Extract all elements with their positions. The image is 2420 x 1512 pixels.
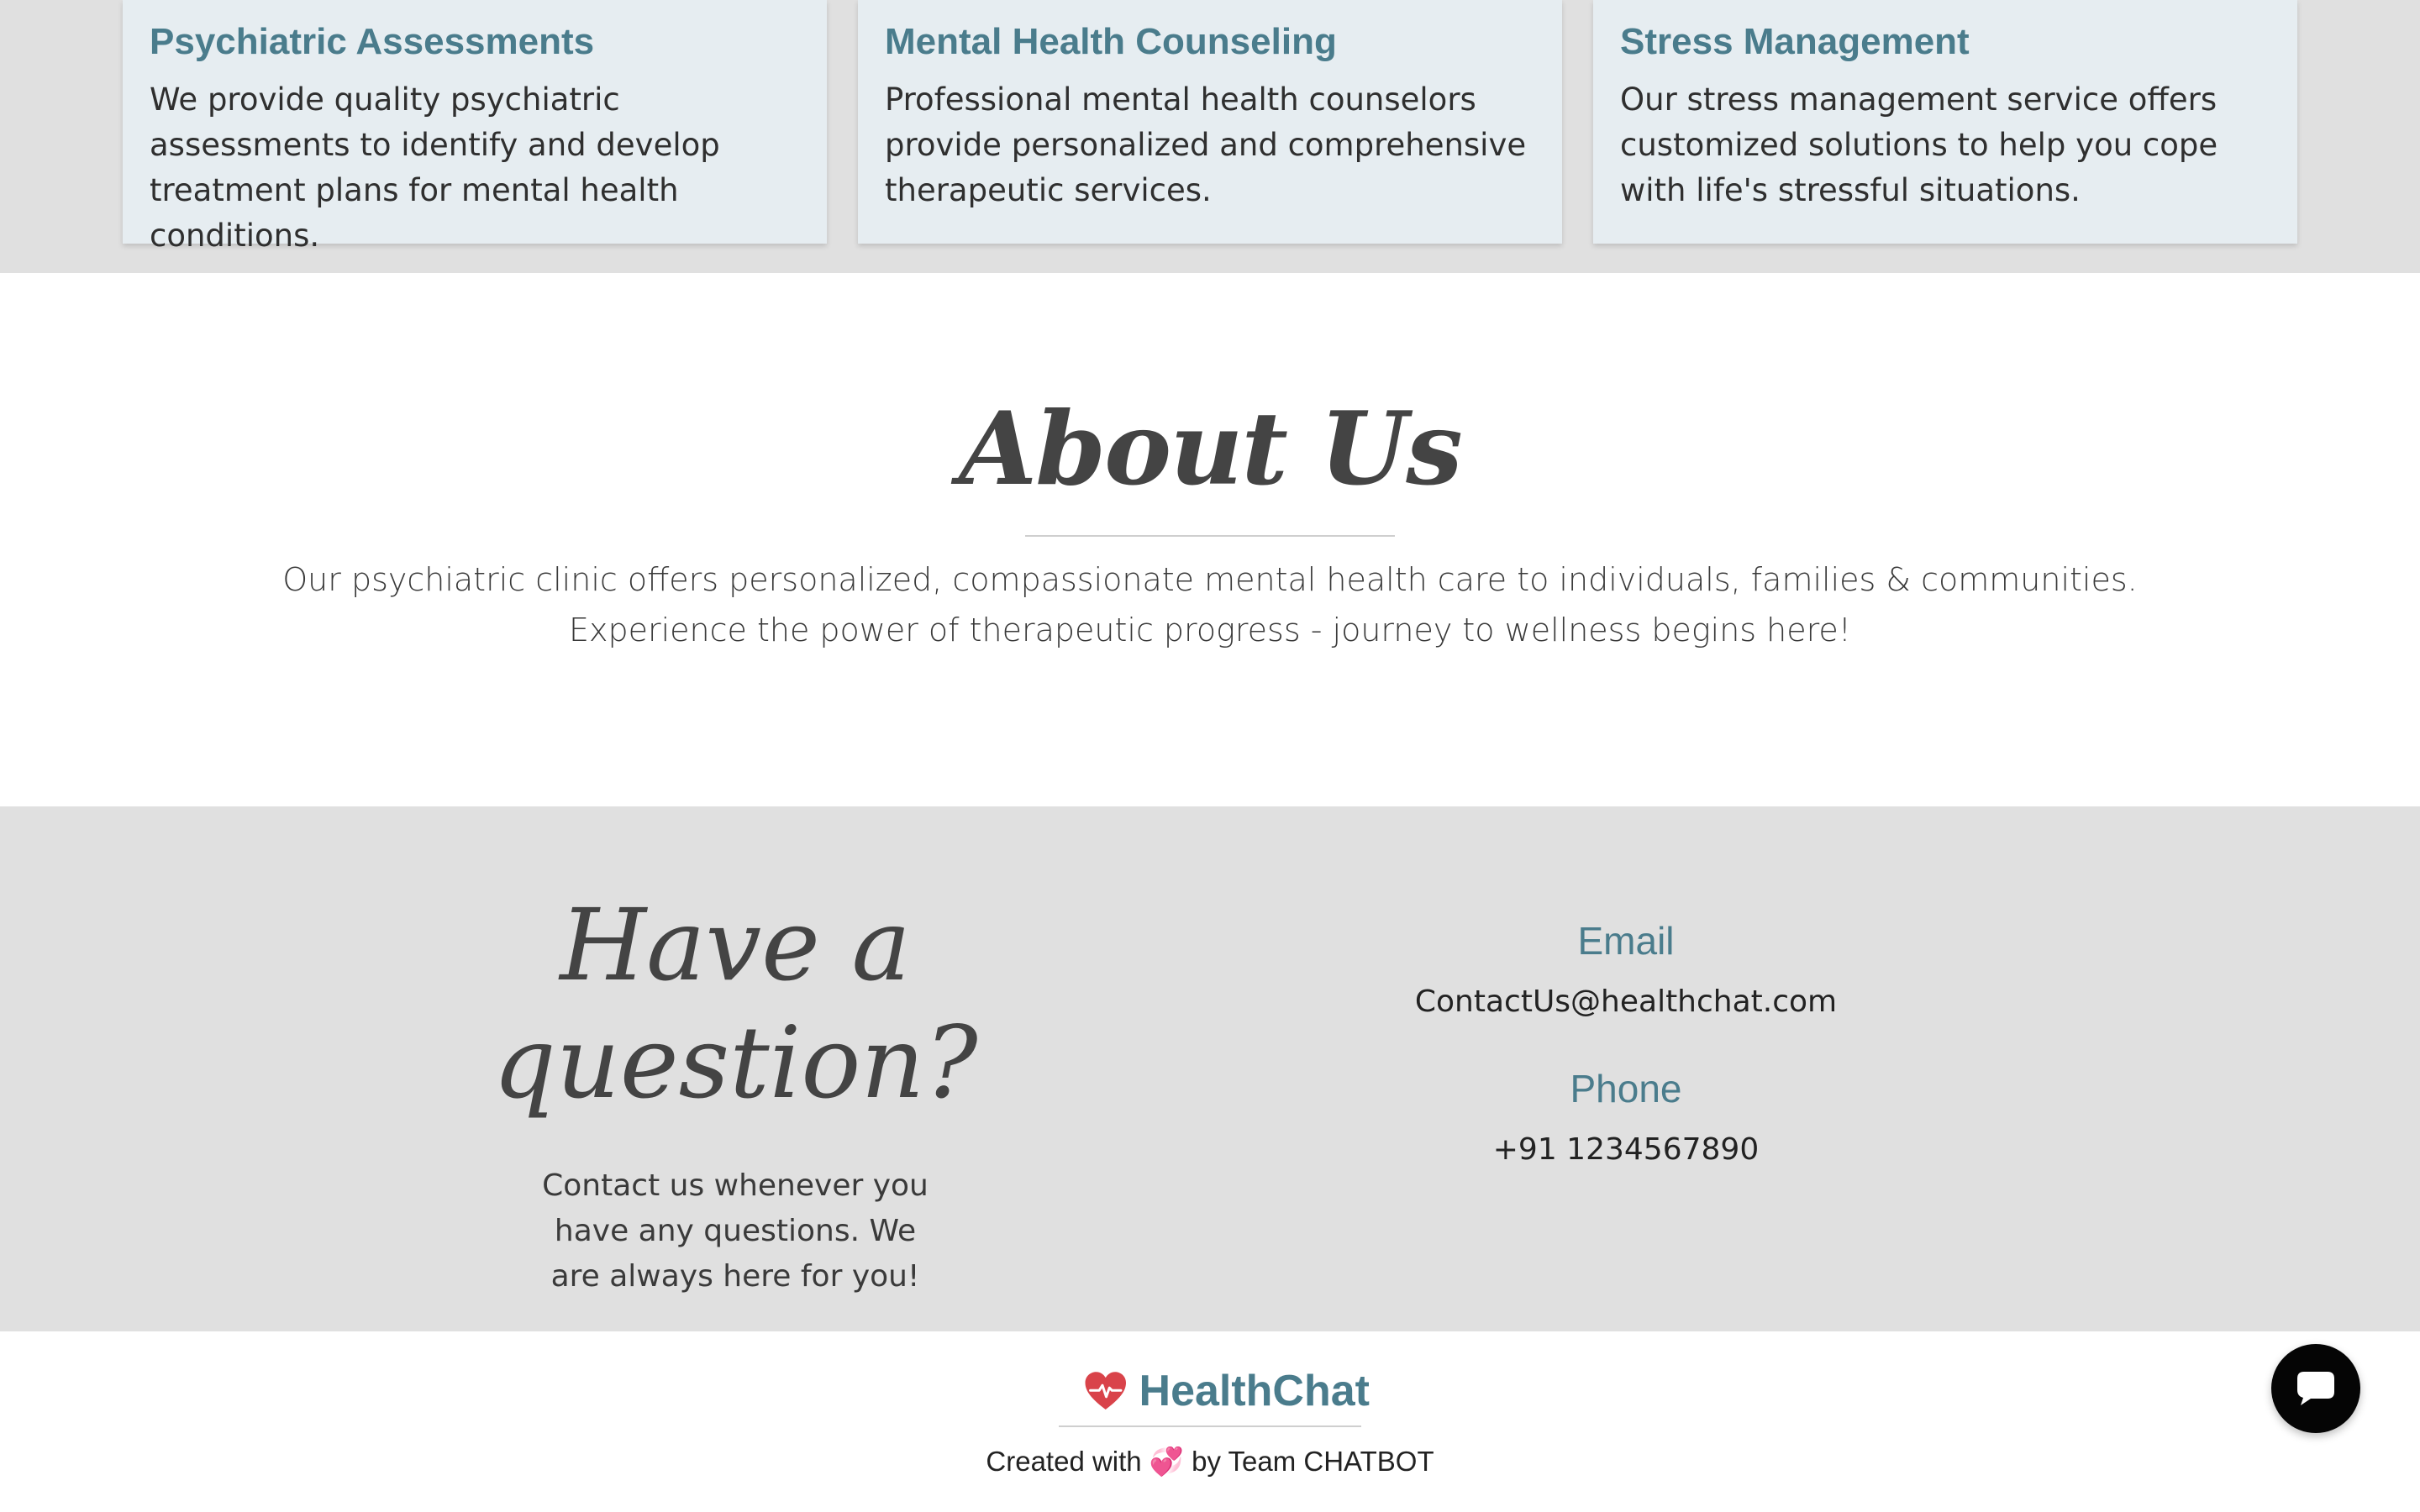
about-text: Our psychiatric clinic offers personaliz…: [252, 554, 2168, 655]
service-card-text: We provide quality psychiatric assessmen…: [150, 81, 720, 254]
footer-credit: Created with 💞 by Team CHATBOT: [0, 1445, 2420, 1478]
credit-prefix: Created with: [986, 1446, 1142, 1477]
about-line-2: Experience the power of therapeutic prog…: [568, 612, 1852, 648]
question-heading: Have a question?: [492, 887, 978, 1121]
footer-brand-link[interactable]: HealthChat: [1084, 1362, 1370, 1420]
chat-button[interactable]: [2271, 1344, 2360, 1433]
about-title: About Us: [959, 390, 1463, 508]
footer-brand-name: HealthChat: [1139, 1367, 1370, 1415]
chat-bubble-icon: [2297, 1372, 2334, 1405]
service-card-title: Mental Health Counseling: [885, 21, 1337, 62]
service-card-title: Stress Management: [1620, 21, 1970, 62]
question-text: Contact us whenever you have any questio…: [542, 1168, 929, 1294]
phone-link[interactable]: +91 1234567890: [1344, 1129, 1907, 1171]
credit-suffix: by Team CHATBOT: [1192, 1446, 1434, 1477]
about-section: About Us Our psychiatric clinic offers p…: [0, 273, 2420, 806]
contact-section: Have a question? Contact us whenever you…: [0, 806, 2420, 1331]
phone-label: Phone: [1570, 1067, 1682, 1110]
service-card-title: Psychiatric Assessments: [150, 21, 595, 62]
hearts-icon: 💞: [1149, 1446, 1184, 1477]
service-card-psychiatric-assessments: Psychiatric Assessments We provide quali…: [123, 0, 827, 254]
service-card-text: Our stress management service offers cus…: [1620, 81, 2218, 208]
services-section: Psychiatric Assessments We provide quali…: [0, 0, 2420, 273]
question-block: Have a question? Contact us whenever you…: [487, 886, 983, 1299]
service-card-text: Professional mental health counselors pr…: [885, 81, 1527, 208]
contact-info: Email ContactUs@healthchat.com Phone +91…: [1344, 916, 1907, 1171]
email-label: Email: [1577, 919, 1675, 963]
about-line-1: Our psychiatric clinic offers personaliz…: [282, 561, 2138, 598]
service-card-mental-health-counseling: Mental Health Counseling Professional me…: [858, 0, 1562, 244]
about-divider: [1025, 535, 1395, 537]
email-link[interactable]: ContactUs@healthchat.com: [1344, 981, 1907, 1023]
heart-pulse-icon: [1085, 1372, 1127, 1410]
footer: HealthChat Created with 💞 by Team CHATBO…: [0, 1331, 2420, 1512]
service-card-stress-management: Stress Management Our stress management …: [1593, 0, 2297, 244]
footer-divider: [1059, 1425, 1361, 1427]
